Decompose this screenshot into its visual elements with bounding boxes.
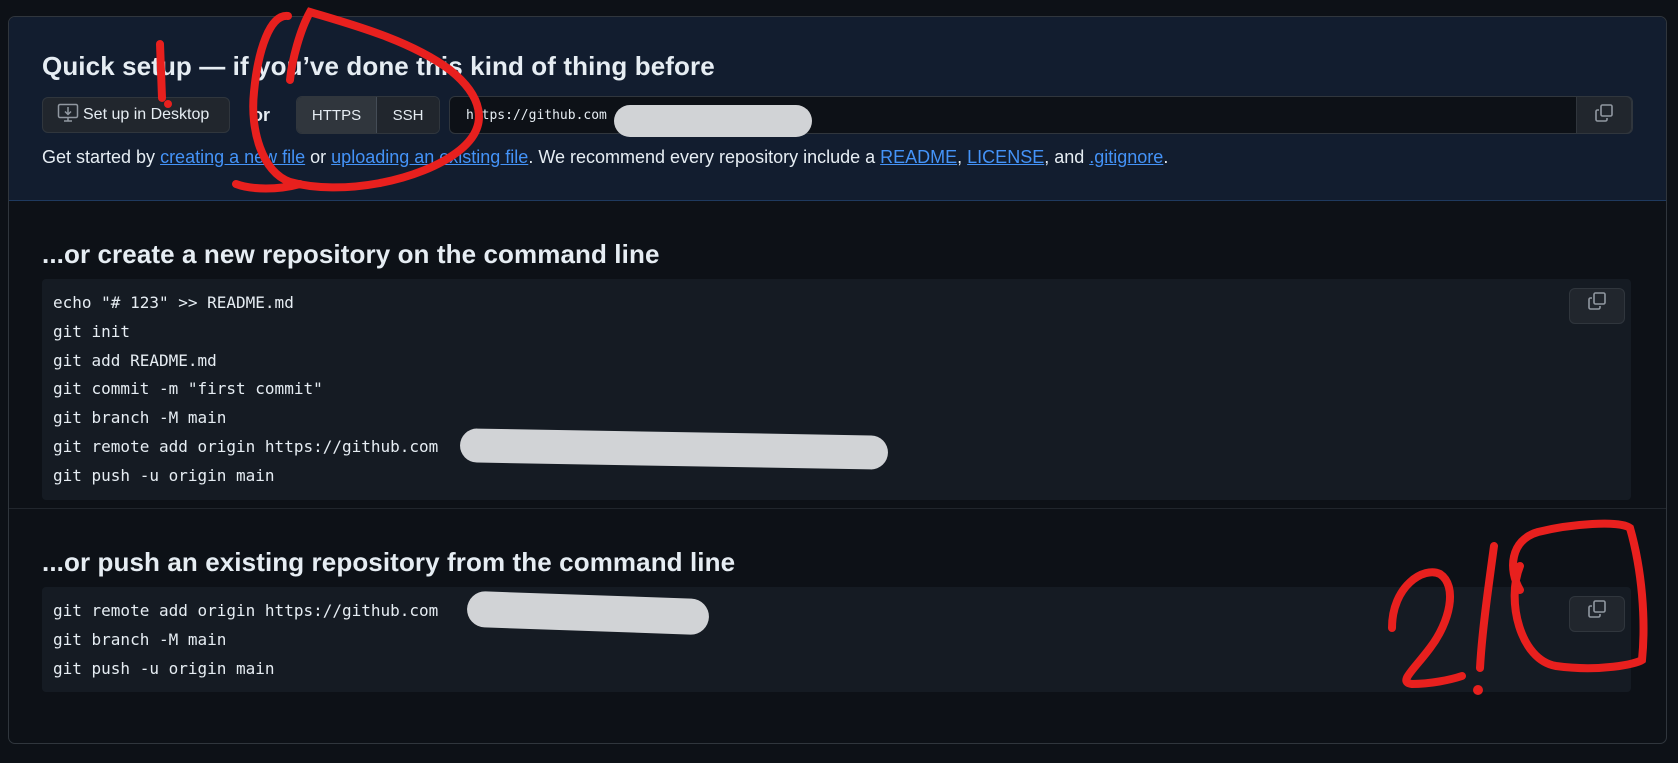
gitignore-link[interactable]: .gitignore: [1089, 147, 1163, 167]
new-repo-code-block: echo "# 123" >> README.md git init git a…: [42, 279, 1631, 500]
quick-setup-title: Quick setup — if you’ve done this kind o…: [42, 51, 715, 81]
https-tab[interactable]: HTTPS: [297, 97, 377, 133]
protocol-toggle: HTTPS SSH: [296, 96, 440, 134]
copy-url-button[interactable]: [1576, 96, 1632, 134]
get-started-text: Get started by creating a new file or up…: [42, 147, 1169, 167]
code-line: git remote add origin https://github.com: [53, 601, 439, 620]
push-existing-section: ...or push an existing repository from t…: [9, 509, 1666, 693]
redaction-mark: [614, 105, 812, 137]
setup-desktop-button[interactable]: Set up in Desktop: [42, 97, 230, 133]
code-line: git commit -m "first commit": [53, 379, 323, 399]
repo-setup-panel: Quick setup — if you’ve done this kind o…: [8, 16, 1667, 744]
or-label: or: [252, 104, 270, 125]
upload-existing-file-link[interactable]: uploading an existing file: [331, 147, 528, 167]
copy-icon: [1587, 291, 1607, 321]
push-existing-code-block: git remote add origin https://github.com…: [42, 587, 1631, 693]
push-existing-title: ...or push an existing repository from t…: [42, 547, 736, 577]
copy-new-repo-button[interactable]: [1569, 288, 1625, 324]
clone-url-input[interactable]: https://github.com: [449, 96, 1633, 137]
code-line: echo "# 123" >> README.md: [53, 293, 294, 312]
code-line: git branch -M main: [53, 408, 227, 428]
license-link[interactable]: LICENSE: [967, 147, 1044, 167]
setup-desktop-label: Set up in Desktop: [83, 106, 210, 123]
code-line: git branch -M main: [53, 629, 227, 649]
desktop-download-icon: [57, 103, 83, 128]
clone-url-value: https://github.com: [466, 107, 607, 123]
quick-setup-section: Quick setup — if you’ve done this kind o…: [9, 17, 1666, 201]
code-line: git push -u origin main: [53, 658, 275, 678]
code-line: git add README.md: [53, 350, 217, 370]
copy-icon: [1594, 103, 1614, 128]
new-repo-section: ...or create a new repository on the com…: [9, 201, 1666, 509]
readme-link[interactable]: README: [880, 147, 957, 167]
quick-setup-controls: Set up in Desktop or HTTPS SSH: [42, 96, 440, 134]
copy-push-existing-button[interactable]: [1569, 596, 1625, 632]
code-line: git init: [53, 321, 131, 341]
copy-icon: [1587, 599, 1607, 629]
ssh-tab[interactable]: SSH: [377, 97, 439, 133]
new-repo-title: ...or create a new repository on the com…: [42, 239, 660, 269]
create-new-file-link[interactable]: creating a new file: [160, 147, 305, 167]
